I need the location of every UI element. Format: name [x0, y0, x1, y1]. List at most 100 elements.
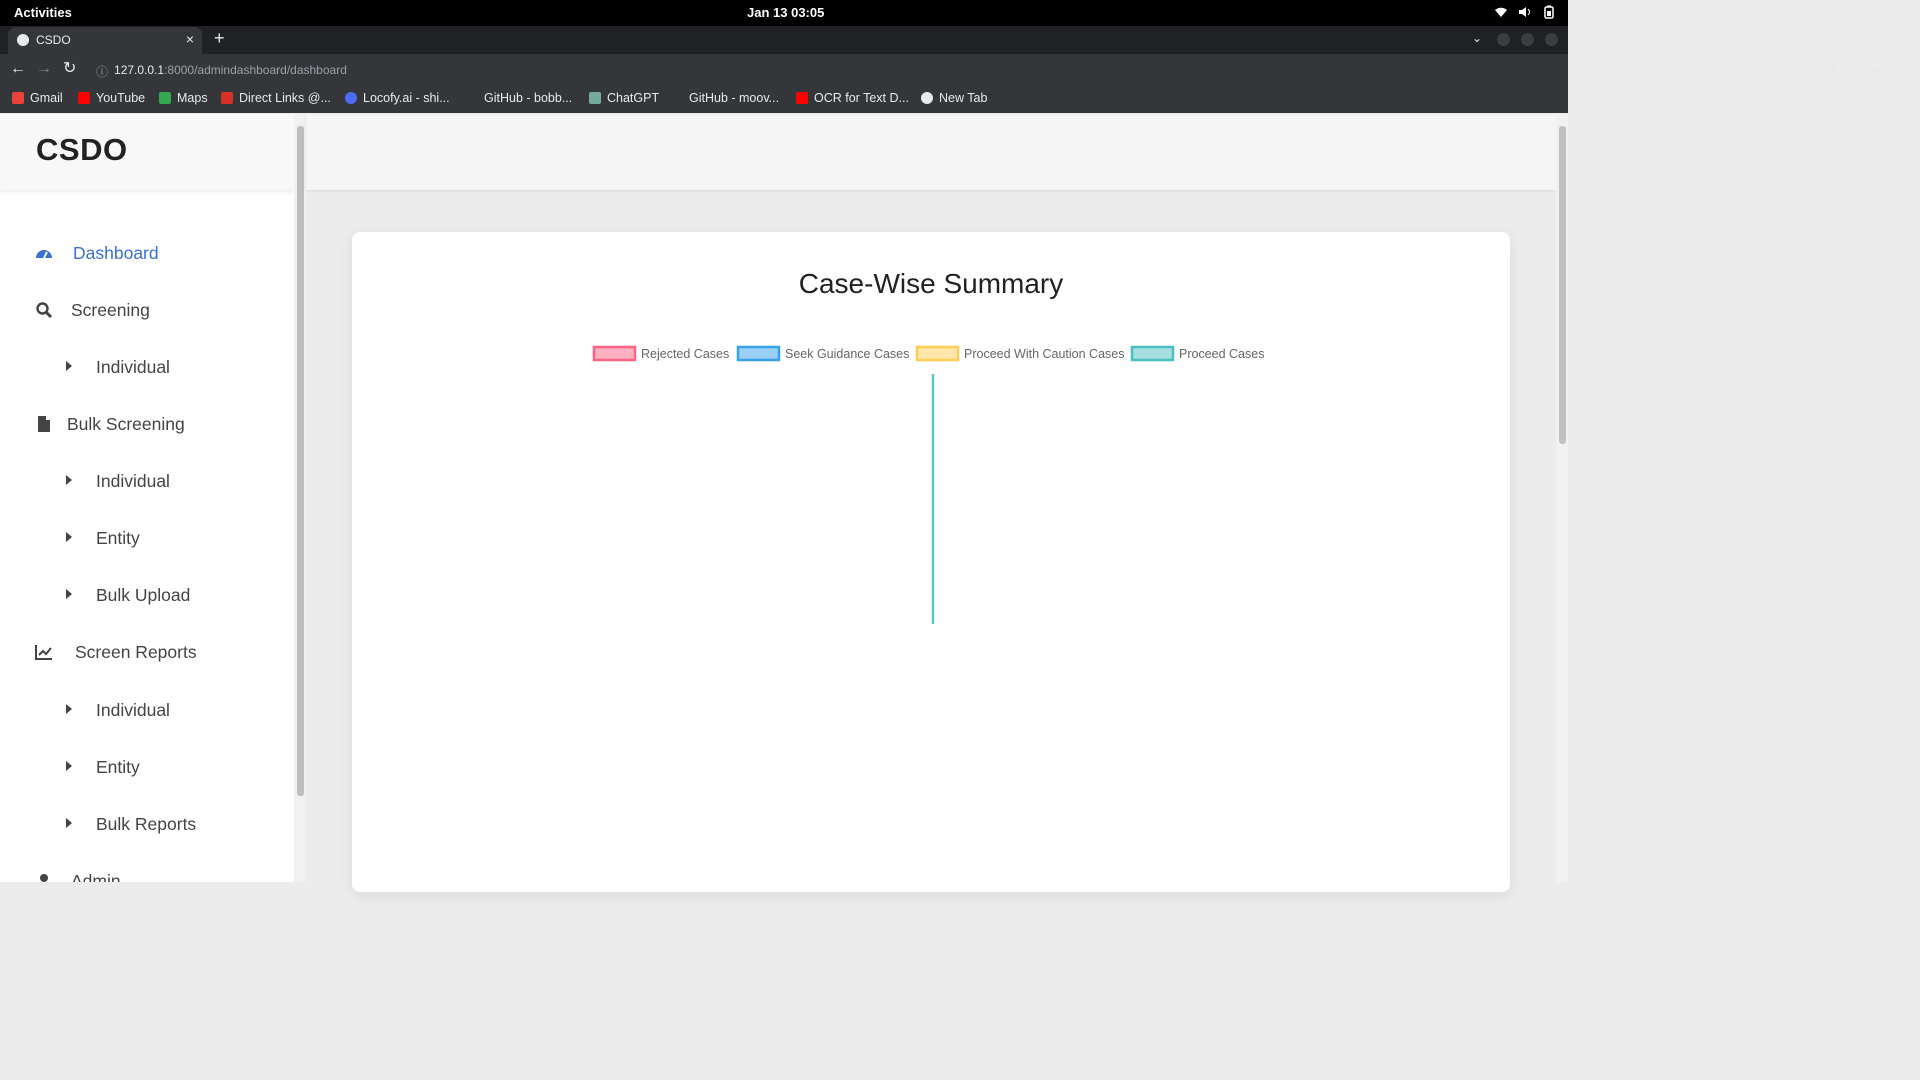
- menu-icon[interactable]: ⋮: [1895, 62, 1908, 81]
- card-title: Case-Wise Summary: [798, 268, 1064, 299]
- sidebar: CSDO Dashboard Screening Individual Bulk…: [0, 114, 294, 882]
- share-icon[interactable]: ⤴: [1748, 62, 1761, 81]
- star-icon[interactable]: ☆: [1775, 62, 1787, 81]
- legend-swatch[interactable]: [592, 345, 637, 362]
- caret-right-icon: [66, 704, 72, 714]
- chart-bar[interactable]: [931, 374, 935, 624]
- chatgpt-icon: [589, 92, 601, 104]
- github-icon: [466, 92, 478, 104]
- sidebar-scrollbar[interactable]: [294, 114, 306, 882]
- tab-title: CSDO: [36, 33, 71, 47]
- sidebar-item-label: Individual: [96, 700, 170, 720]
- bookmark-item[interactable]: GitHub - moov...: [671, 91, 779, 105]
- legend-label[interactable]: Proceed With Caution Cases: [964, 347, 1125, 361]
- bookmark-item[interactable]: YouTube: [78, 91, 145, 105]
- case-summary-chart: Rejected Cases Seek Guidance Cases Proceed…: [592, 345, 1264, 624]
- user-icon: [40, 874, 48, 882]
- sidebar-item-label: Bulk Screening: [67, 414, 185, 434]
- caret-right-icon: [66, 589, 72, 599]
- sidebar-item-label: Entity: [96, 528, 140, 548]
- caret-right-icon: [66, 818, 72, 828]
- maximize-button[interactable]: [1521, 33, 1534, 46]
- sidebar-item-bulk-individual[interactable]: Individual: [0, 462, 294, 502]
- caret-right-icon: [66, 761, 72, 771]
- legend-swatch[interactable]: [736, 345, 781, 362]
- bookmark-item[interactable]: ChatGPT: [589, 91, 659, 105]
- system-tray[interactable]: [1494, 5, 1556, 19]
- chevron-down-icon[interactable]: ⌄: [1472, 31, 1482, 45]
- forward-arrow-icon[interactable]: →: [36, 61, 52, 77]
- close-window-button[interactable]: [1545, 33, 1558, 46]
- direct-links-icon: [221, 92, 233, 104]
- volume-icon: [1519, 7, 1530, 17]
- youtube-icon: [796, 92, 808, 104]
- sidebar-item-screen-reports[interactable]: Screen Reports: [0, 633, 294, 673]
- back-arrow-icon[interactable]: ←: [10, 61, 26, 77]
- legend-swatch[interactable]: [1130, 345, 1175, 362]
- wifi-icon: [1495, 7, 1507, 17]
- close-icon[interactable]: ×: [186, 31, 194, 47]
- sidebar-item-admin[interactable]: Admin: [0, 862, 294, 882]
- sidebar-item-screening-individual[interactable]: Individual: [0, 348, 294, 388]
- main-scrollbar[interactable]: [1556, 114, 1568, 882]
- sidebar-item-label: Dashboard: [73, 243, 159, 263]
- sidebar-item-reports-entity[interactable]: Entity: [0, 748, 294, 788]
- extension-color-icon[interactable]: ▦: [1801, 62, 1813, 81]
- sidebar-item-label: Screen Reports: [75, 642, 197, 662]
- puzzle-icon[interactable]: ✚: [1827, 62, 1838, 81]
- activities-button[interactable]: Activities: [14, 5, 72, 20]
- sidebar-item-label: Screening: [71, 300, 150, 320]
- sidebar-item-reports-individual[interactable]: Individual: [0, 691, 294, 731]
- brand-logo[interactable]: CSDO: [36, 132, 128, 168]
- bookmark-item[interactable]: OCR for Text D...: [796, 91, 909, 105]
- search-icon: [36, 302, 53, 319]
- info-icon[interactable]: ⓘ: [96, 63, 108, 80]
- side-panel-icon[interactable]: ▯: [1852, 62, 1859, 81]
- legend-swatch[interactable]: [915, 345, 960, 362]
- bookmark-item[interactable]: Gmail: [12, 91, 63, 105]
- tab-strip: [0, 26, 1568, 54]
- legend-label[interactable]: Proceed Cases: [1179, 347, 1264, 361]
- sidebar-item-label: Individual: [96, 357, 170, 377]
- reload-icon[interactable]: ↻: [63, 61, 76, 77]
- github-icon: [671, 92, 683, 104]
- bookmark-item[interactable]: New Tab: [921, 91, 987, 105]
- maps-icon: [159, 92, 171, 104]
- brand-header: CSDO: [0, 114, 294, 190]
- browser-tab[interactable]: CSDO ×: [8, 27, 202, 54]
- sidebar-item-bulk-entity[interactable]: Entity: [0, 519, 294, 559]
- bookmarks-bar: Gmail YouTube Maps Direct Links @... Loc…: [0, 86, 1568, 113]
- chart-line-icon: [35, 645, 52, 660]
- file-icon: [38, 416, 50, 432]
- gmail-icon: [12, 92, 24, 104]
- main-header-bar: [306, 114, 1556, 190]
- minimize-button[interactable]: [1497, 33, 1510, 46]
- sidebar-item-bulk-reports[interactable]: Bulk Reports: [0, 805, 294, 845]
- legend-label[interactable]: Rejected Cases: [641, 347, 729, 361]
- system-top-bar: Activities Jan 13 03:05: [0, 0, 1568, 26]
- sidebar-item-bulk-screening[interactable]: Bulk Screening: [0, 405, 294, 445]
- caret-right-icon: [66, 475, 72, 485]
- main-scrollbar-thumb[interactable]: [1559, 126, 1566, 444]
- caret-right-icon: [66, 532, 72, 542]
- locofy-icon: [345, 92, 357, 104]
- system-clock[interactable]: Jan 13 03:05: [747, 5, 824, 20]
- youtube-icon: [78, 92, 90, 104]
- address-bar[interactable]: ⓘ 127.0.0.1:8000/admindashboard/dashboar…: [96, 63, 347, 80]
- new-tab-button[interactable]: +: [214, 28, 225, 49]
- sidebar-item-dashboard[interactable]: Dashboard: [0, 234, 294, 274]
- dashboard-icon: [36, 250, 52, 259]
- sidebar-item-bulk-upload[interactable]: Bulk Upload: [0, 576, 294, 616]
- bookmark-item[interactable]: Direct Links @...: [221, 91, 331, 105]
- sidebar-item-screening[interactable]: Screening: [0, 291, 294, 331]
- browser-actions: ⤴ ☆ ▦ ✚ ▯ ● ⋮: [1748, 62, 1908, 81]
- bookmark-item[interactable]: Maps: [159, 91, 208, 105]
- sidebar-scrollbar-thumb[interactable]: [297, 126, 304, 796]
- url-host: 127.0.0.1: [114, 63, 165, 77]
- legend-label[interactable]: Seek Guidance Cases: [785, 347, 909, 361]
- bookmark-item[interactable]: Locofy.ai - shi...: [345, 91, 450, 105]
- caret-right-icon: [66, 361, 72, 371]
- profile-avatar[interactable]: ●: [1873, 62, 1881, 81]
- bookmark-item[interactable]: GitHub - bobb...: [466, 91, 572, 105]
- sidebar-item-label: Bulk Upload: [96, 585, 191, 605]
